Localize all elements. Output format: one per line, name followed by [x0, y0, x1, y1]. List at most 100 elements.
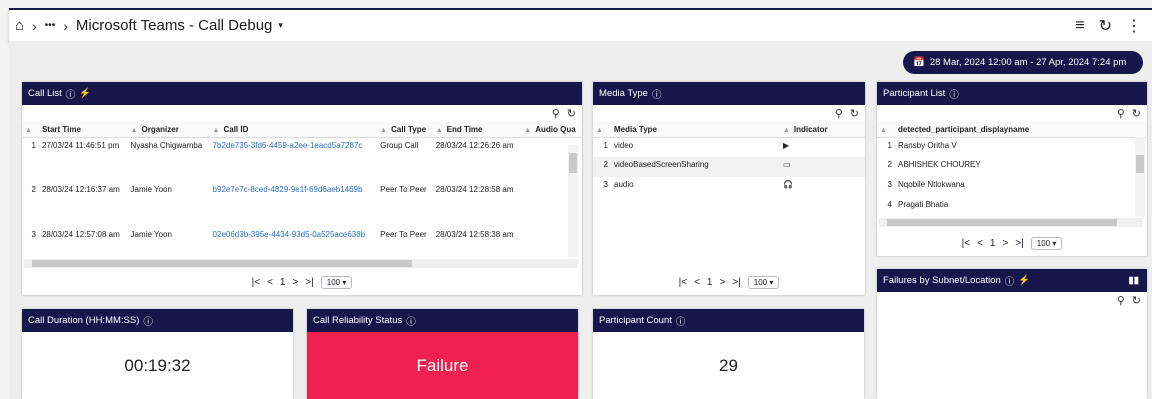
- row-number: 1: [603, 140, 608, 150]
- call-id-link[interactable]: 7b2de735-3fd6-4459-a2ee-1eacd5a7287c: [210, 137, 378, 182]
- info-icon[interactable]: ⓘ: [949, 87, 959, 101]
- call-id-link[interactable]: 02e06d3b-395e-4434-93d5-0a525ace638b: [210, 227, 378, 257]
- info-icon[interactable]: ⓘ: [143, 314, 153, 328]
- vertical-scrollbar[interactable]: [568, 145, 578, 257]
- column-header[interactable]: ▲ Indicator: [779, 122, 865, 138]
- scrollbar-thumb[interactable]: [1136, 155, 1144, 173]
- search-icon[interactable]: ⚲: [552, 107, 560, 120]
- table-row[interactable]: 3 audio 🎧: [593, 177, 865, 197]
- home-icon[interactable]: ⌂: [15, 17, 24, 34]
- column-header[interactable]: ▲ Organizer: [127, 122, 210, 138]
- panel-title: Call List: [28, 88, 62, 99]
- title-dropdown-icon[interactable]: ▾: [278, 20, 283, 31]
- refresh-icon[interactable]: ↻: [850, 107, 859, 120]
- column-header[interactable]: Media Type: [611, 122, 780, 138]
- media-type-cell: audio: [614, 180, 634, 189]
- scrollbar-thumb[interactable]: [887, 219, 1117, 226]
- panel-tools: ⚲ ↻: [877, 292, 1147, 309]
- prev-page-button[interactable]: <: [694, 277, 700, 288]
- participant-count-panel: Participant Count ⓘ 29: [593, 309, 864, 399]
- horizontal-scrollbar[interactable]: [879, 218, 1143, 227]
- page-size-select[interactable]: 100 ▾: [747, 276, 780, 289]
- breadcrumb-ellipsis[interactable]: •••: [45, 20, 56, 31]
- panel-header: Media Type ⓘ: [593, 82, 865, 105]
- info-icon[interactable]: ⓘ: [1005, 274, 1015, 288]
- organizer-cell: Jamie Yoon: [130, 185, 172, 194]
- refresh-icon[interactable]: ↻: [1099, 16, 1112, 36]
- table-row[interactable]: 3 Nqobile Ntlokwana: [877, 177, 1147, 197]
- date-range-button[interactable]: 📅 28 Mar, 2024 12:00 am - 27 Apr, 2024 7…: [903, 51, 1143, 74]
- column-header[interactable]: ▲ Audio Qua: [521, 122, 582, 138]
- call-duration-value: 00:19:32: [124, 355, 191, 375]
- bar-chart-icon[interactable]: ▮▮: [1129, 275, 1147, 286]
- organizer-cell: Nyasha Chigwamba: [130, 140, 203, 150]
- search-icon[interactable]: ⚲: [1117, 107, 1125, 120]
- page-size-select[interactable]: 100 ▾: [320, 276, 353, 289]
- row-number: 2: [887, 160, 892, 169]
- filter-icon[interactable]: ≡: [1075, 17, 1084, 35]
- call-list-panel: Call List ⓘ ⚡ ⚲ ↻ ▲ Start Time ▲ Organize…: [22, 82, 582, 295]
- first-page-button[interactable]: |<: [252, 277, 260, 288]
- table-row[interactable]: 4 Pragati Bhatia: [877, 197, 1147, 212]
- horizontal-scrollbar[interactable]: [24, 259, 578, 268]
- first-page-button[interactable]: |<: [962, 238, 970, 249]
- column-header[interactable]: detected_participant_displayname: [895, 122, 1147, 138]
- prev-page-button[interactable]: <: [267, 277, 273, 288]
- table-row[interactable]: 2 ABHISHEK CHOUREY: [877, 157, 1147, 177]
- date-range-label: 28 Mar, 2024 12:00 am - 27 Apr, 2024 7:2…: [929, 57, 1127, 68]
- table-row[interactable]: 2 videoBasedScreenSharing ▭: [593, 157, 865, 177]
- next-page-button[interactable]: >: [719, 277, 725, 288]
- column-header[interactable]: ▲ Call ID: [209, 122, 378, 138]
- column-header[interactable]: ▲ Call Type: [377, 122, 433, 138]
- search-icon[interactable]: ⚲: [1117, 294, 1125, 307]
- row-number: 3: [31, 230, 36, 239]
- table-row[interactable]: 1 Ransby Oritha V: [877, 137, 1147, 157]
- panel-tools: ⚲ ↻: [593, 105, 865, 122]
- row-number: 2: [603, 160, 608, 169]
- search-icon[interactable]: ⚲: [835, 107, 843, 120]
- last-page-button[interactable]: >|: [732, 277, 740, 288]
- pagination: |< < 1 > >| 100 ▾: [877, 237, 1147, 250]
- participant-list-panel: Participant List ⓘ ⚲ ↻ ▲ detected_partic…: [877, 82, 1147, 256]
- panel-tools: ⚲ ↻: [22, 105, 582, 122]
- next-page-button[interactable]: >: [1002, 238, 1008, 249]
- refresh-icon[interactable]: ↻: [1132, 294, 1141, 307]
- table-row[interactable]: 2 28/03/24 12:16:37 am Jamie Yoon b92e7e…: [22, 182, 582, 227]
- more-vertical-icon[interactable]: ⋮: [1126, 16, 1142, 36]
- column-header[interactable]: ▲: [22, 122, 39, 138]
- info-icon[interactable]: ⓘ: [66, 87, 76, 101]
- table-row[interactable]: 1 video ▶: [593, 137, 865, 157]
- end-time-cell: 28/03/24 12:58:38 am: [435, 230, 514, 239]
- info-icon[interactable]: ⓘ: [406, 314, 416, 328]
- last-page-button[interactable]: >|: [1015, 238, 1023, 249]
- row-number: 3: [603, 180, 608, 189]
- first-page-button[interactable]: |<: [679, 277, 687, 288]
- breadcrumb: ⌂ › ••• › Microsoft Teams - Call Debug ▾: [15, 17, 283, 34]
- column-header[interactable]: Start Time: [38, 122, 128, 138]
- next-page-button[interactable]: >: [292, 277, 298, 288]
- info-icon[interactable]: ⓘ: [676, 314, 686, 328]
- prev-page-button[interactable]: <: [977, 238, 983, 249]
- info-icon[interactable]: ⓘ: [652, 87, 662, 101]
- media-type-table: ▲ Media Type ▲ Indicator 1 video ▶ 2 vide…: [593, 122, 865, 197]
- panel-header: Call Reliability Status ⓘ: [307, 309, 578, 332]
- table-row[interactable]: 3 28/03/24 12:57:08 am Jamie Yoon 02e06d…: [22, 227, 582, 257]
- column-header[interactable]: ▲: [877, 122, 895, 138]
- call-duration-panel: Call Duration (HH:MM:SS) ⓘ 00:19:32: [22, 309, 293, 399]
- call-list-table: ▲ Start Time ▲ Organizer ▲ Call ID ▲ Call T…: [22, 122, 582, 257]
- column-header[interactable]: ▲ End Time: [432, 122, 522, 138]
- refresh-icon[interactable]: ↻: [567, 107, 576, 120]
- panel-title: Participant Count: [599, 315, 672, 326]
- page-size-select[interactable]: 100 ▾: [1030, 237, 1063, 250]
- refresh-icon[interactable]: ↻: [1132, 107, 1141, 120]
- row-number: 2: [31, 185, 36, 194]
- scrollbar-thumb[interactable]: [569, 153, 577, 173]
- call-id-link[interactable]: b92e7e7c-8ced-4829-9e1f-69d6aeb1469b: [210, 182, 378, 227]
- column-header[interactable]: ▲: [593, 122, 611, 138]
- participant-name: Nqobile Ntlokwana: [898, 180, 965, 189]
- scrollbar-thumb[interactable]: [32, 260, 412, 267]
- last-page-button[interactable]: >|: [305, 277, 313, 288]
- table-row[interactable]: 1 27/03/24 11:46:51 pm Nyasha Chigwamba …: [22, 137, 582, 182]
- panel-header: Participant Count ⓘ: [593, 309, 864, 332]
- vertical-scrollbar[interactable]: [1135, 137, 1145, 217]
